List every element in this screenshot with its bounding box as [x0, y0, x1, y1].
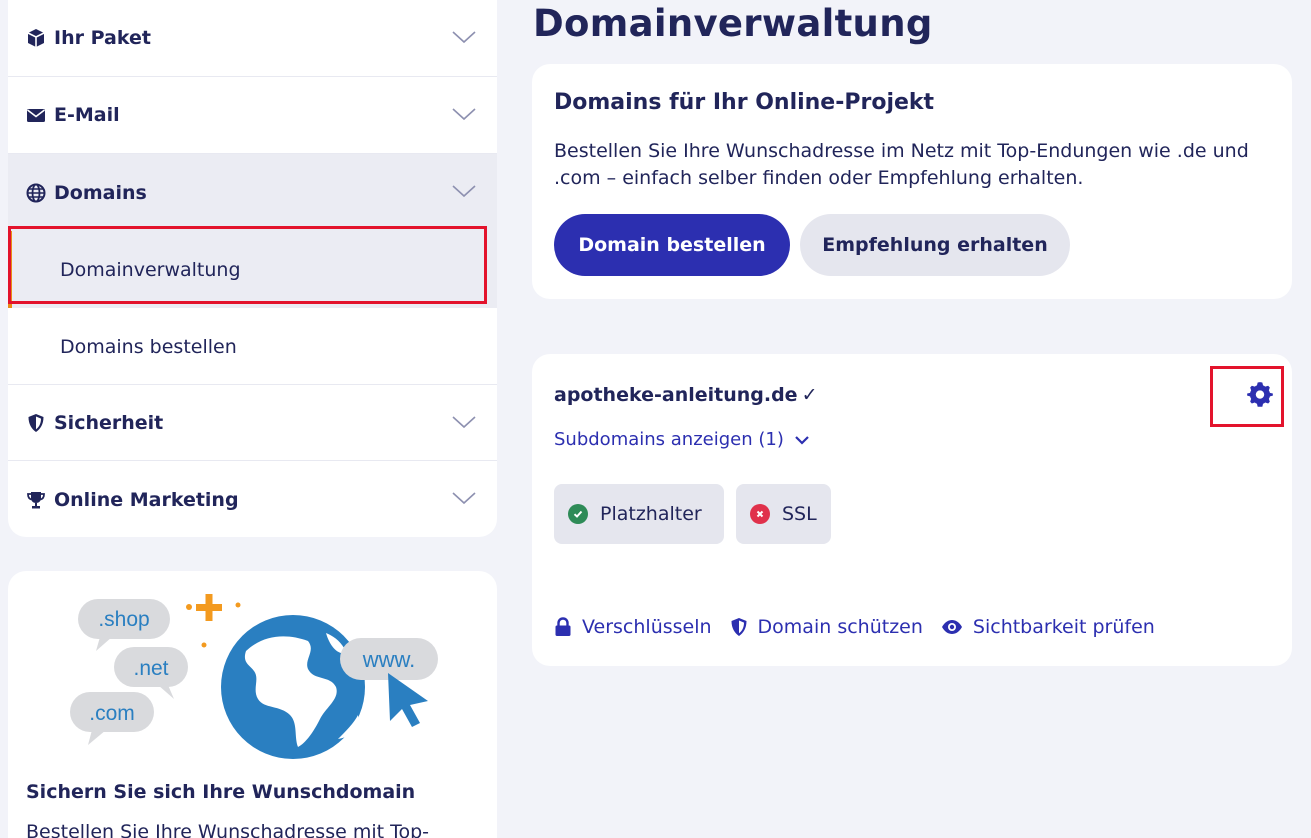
chevron-down-icon [795, 435, 809, 445]
chevron-down-icon [452, 185, 476, 198]
card-text: Bestellen Sie Ihre Wunschadresse im Netz… [554, 140, 1249, 189]
encrypt-link-label: Verschlüsseln [582, 616, 712, 638]
encrypt-link[interactable]: Verschlüsseln [554, 616, 712, 638]
globe-illustration [221, 615, 365, 759]
sidebar-item-label: Sicherheit [54, 411, 164, 434]
protect-domain-link[interactable]: Domain schützen [730, 616, 923, 638]
domain-actions: Verschlüsseln Domain schützen Sichtbarke… [554, 616, 1173, 638]
order-domain-button[interactable]: Domain bestellen [554, 214, 790, 276]
show-subdomains-label: Subdomains anzeigen (1) [554, 429, 784, 450]
plus-icon [196, 594, 222, 621]
globe-icon [26, 183, 46, 203]
status-badge-placeholder[interactable]: Platzhalter [554, 484, 724, 544]
status-badge-ssl[interactable]: SSL [736, 484, 831, 544]
sidebar-item-online-marketing[interactable]: Online Marketing [8, 461, 497, 537]
sidebar-item-label: Domains [54, 181, 147, 204]
domain-name[interactable]: apotheke-anleitung.de ✓ [554, 384, 818, 406]
sidebar-subitem-label: Domains bestellen [60, 335, 237, 358]
chevron-down-icon [452, 31, 476, 44]
svg-text:.net: .net [133, 657, 168, 680]
sidebar: Ihr Paket E-Mail Domains Domainverwaltun… [8, 0, 497, 537]
check-visibility-label: Sichtbarkeit prüfen [972, 616, 1155, 638]
sidebar-item-label: Ihr Paket [54, 27, 151, 49]
trophy-icon [26, 490, 46, 510]
bubble-net: .net [114, 647, 188, 699]
lock-icon [555, 617, 571, 636]
page-title: Domainverwaltung [533, 2, 933, 45]
gear-icon[interactable] [1246, 380, 1274, 408]
chevron-down-icon [452, 108, 476, 121]
status-badge-label: SSL [782, 503, 817, 525]
shield-icon [26, 413, 46, 433]
shield-icon [731, 618, 747, 636]
sidebar-item-email[interactable]: E-Mail [8, 77, 497, 154]
sidebar-item-ihr-paket[interactable]: Ihr Paket [8, 0, 497, 77]
svg-text:.com: .com [89, 702, 135, 725]
bubble-com: .com [70, 692, 154, 745]
promo-card: .shop .net .com www. Sichern Sie sich Ih… [8, 571, 497, 838]
domain-card: apotheke-anleitung.de ✓ Subdomains anzeig… [532, 354, 1292, 666]
domain-illustration: .shop .net .com www. [70, 594, 438, 759]
verified-check-icon: ✓ [801, 384, 818, 406]
svg-text:.shop: .shop [98, 608, 149, 631]
domain-name-text: apotheke-anleitung.de [554, 384, 798, 406]
promo-text: Bestellen Sie Ihre Wunschadresse mit Top… [26, 821, 430, 838]
protect-domain-label: Domain schützen [757, 616, 923, 638]
status-badge-label: Platzhalter [600, 503, 702, 525]
cursor-icon [388, 673, 428, 727]
svg-text:www.: www. [362, 647, 416, 672]
package-icon [26, 28, 46, 48]
show-subdomains-link[interactable]: Subdomains anzeigen (1) [554, 429, 810, 450]
sidebar-subitem-domainverwaltung[interactable]: Domainverwaltung [8, 231, 497, 308]
error-circle-icon [750, 504, 770, 524]
chevron-down-icon [452, 416, 476, 429]
get-recommendation-button[interactable]: Empfehlung erhalten [800, 214, 1070, 276]
sidebar-item-sicherheit[interactable]: Sicherheit [8, 384, 497, 461]
chevron-down-icon [452, 492, 476, 505]
order-domain-card: Domains für Ihr Online-Projekt Bestellen… [532, 64, 1292, 299]
sidebar-item-domains[interactable]: Domains [8, 154, 497, 231]
check-visibility-link[interactable]: Sichtbarkeit prüfen [941, 616, 1155, 638]
sidebar-item-label: Online Marketing [54, 488, 239, 511]
sidebar-subitem-label: Domainverwaltung [60, 258, 241, 281]
eye-icon [941, 620, 962, 634]
promo-title: Sichern Sie sich Ihre Wunschdomain [26, 781, 416, 803]
check-circle-icon [568, 504, 588, 524]
envelope-icon [26, 105, 46, 125]
sidebar-item-label: E-Mail [54, 104, 120, 126]
sidebar-subitem-domains-bestellen[interactable]: Domains bestellen [8, 308, 497, 385]
card-heading: Domains für Ihr Online-Projekt [554, 90, 935, 115]
bubble-shop: .shop [78, 599, 170, 651]
